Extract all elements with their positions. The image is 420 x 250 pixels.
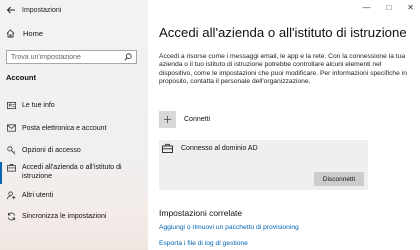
- search-icon[interactable]: [124, 53, 132, 61]
- sidebar-item-label: Altri utenti: [22, 192, 54, 199]
- briefcase-icon: [162, 143, 173, 153]
- sidebar-item-label: Accedi all'azienda o all'istituto di ist…: [22, 164, 122, 180]
- search-box[interactable]: [6, 50, 137, 64]
- connect-label: Connetti: [184, 116, 211, 123]
- briefcase-icon: [6, 163, 16, 172]
- home-link[interactable]: Home: [6, 29, 43, 38]
- sidebar-item-label: Sincronizza le impostazioni: [22, 213, 107, 220]
- sync-icon: [7, 212, 15, 221]
- search-input[interactable]: [11, 53, 111, 61]
- page-description: Accedi a risorse come i messaggi email, …: [159, 53, 407, 85]
- person-add-icon: [6, 191, 15, 200]
- maximize-icon[interactable]: □: [386, 3, 391, 12]
- person-card-icon: [6, 101, 16, 110]
- section-header-account: Account: [6, 73, 36, 82]
- sidebar-item-sign-in-options[interactable]: Opzioni di accesso: [0, 146, 148, 155]
- close-icon[interactable]: ✕: [407, 3, 414, 12]
- connect-button[interactable]: Connetti: [159, 111, 210, 128]
- export-log-files-link[interactable]: Esporta i file di log di gestione: [159, 240, 248, 247]
- sidebar-item-your-info[interactable]: Le tue info: [0, 101, 148, 110]
- domain-connection-header: Connesso al dominio AD: [162, 143, 258, 153]
- domain-connection-label: Connesso al dominio AD: [181, 144, 258, 152]
- home-icon: [6, 29, 15, 38]
- sidebar-item-access-work-school[interactable]: Accedi all'azienda o all'istituto di ist…: [0, 162, 148, 184]
- page-title: Accedi all'azienda o all'istituto di ist…: [159, 25, 407, 40]
- disconnect-button[interactable]: Disconnetti: [314, 172, 364, 186]
- main-content: — □ ✕ Accedi all'azienda o all'istituto …: [148, 0, 420, 250]
- title-bar: Impostazioni: [6, 4, 61, 16]
- minimize-icon[interactable]: —: [362, 3, 370, 12]
- domain-connection-panel[interactable]: Connesso al dominio AD Disconnetti: [159, 140, 368, 190]
- window-controls: — □ ✕: [362, 3, 414, 12]
- sidebar: Impostazioni Home Account Le tue info Po…: [0, 0, 148, 250]
- mail-icon: [6, 124, 16, 132]
- related-settings-heading: Impostazioni correlate: [159, 208, 243, 218]
- sidebar-item-label: Le tue info: [22, 102, 55, 109]
- back-arrow-icon[interactable]: [6, 5, 16, 15]
- sidebar-item-label: Posta elettronica e account: [22, 125, 107, 132]
- home-label: Home: [23, 29, 44, 38]
- provisioning-package-link[interactable]: Aggiungi o rimuovi un pacchetto di provi…: [159, 224, 299, 231]
- sidebar-item-other-users[interactable]: Altri utenti: [0, 191, 148, 200]
- window-title: Impostazioni: [22, 6, 62, 14]
- sidebar-item-sync-settings[interactable]: Sincronizza le impostazioni: [0, 212, 148, 221]
- plus-icon: [159, 111, 176, 128]
- sidebar-item-label: Opzioni di accesso: [22, 147, 81, 154]
- key-icon: [6, 146, 15, 155]
- sidebar-item-email-accounts[interactable]: Posta elettronica e account: [0, 124, 148, 133]
